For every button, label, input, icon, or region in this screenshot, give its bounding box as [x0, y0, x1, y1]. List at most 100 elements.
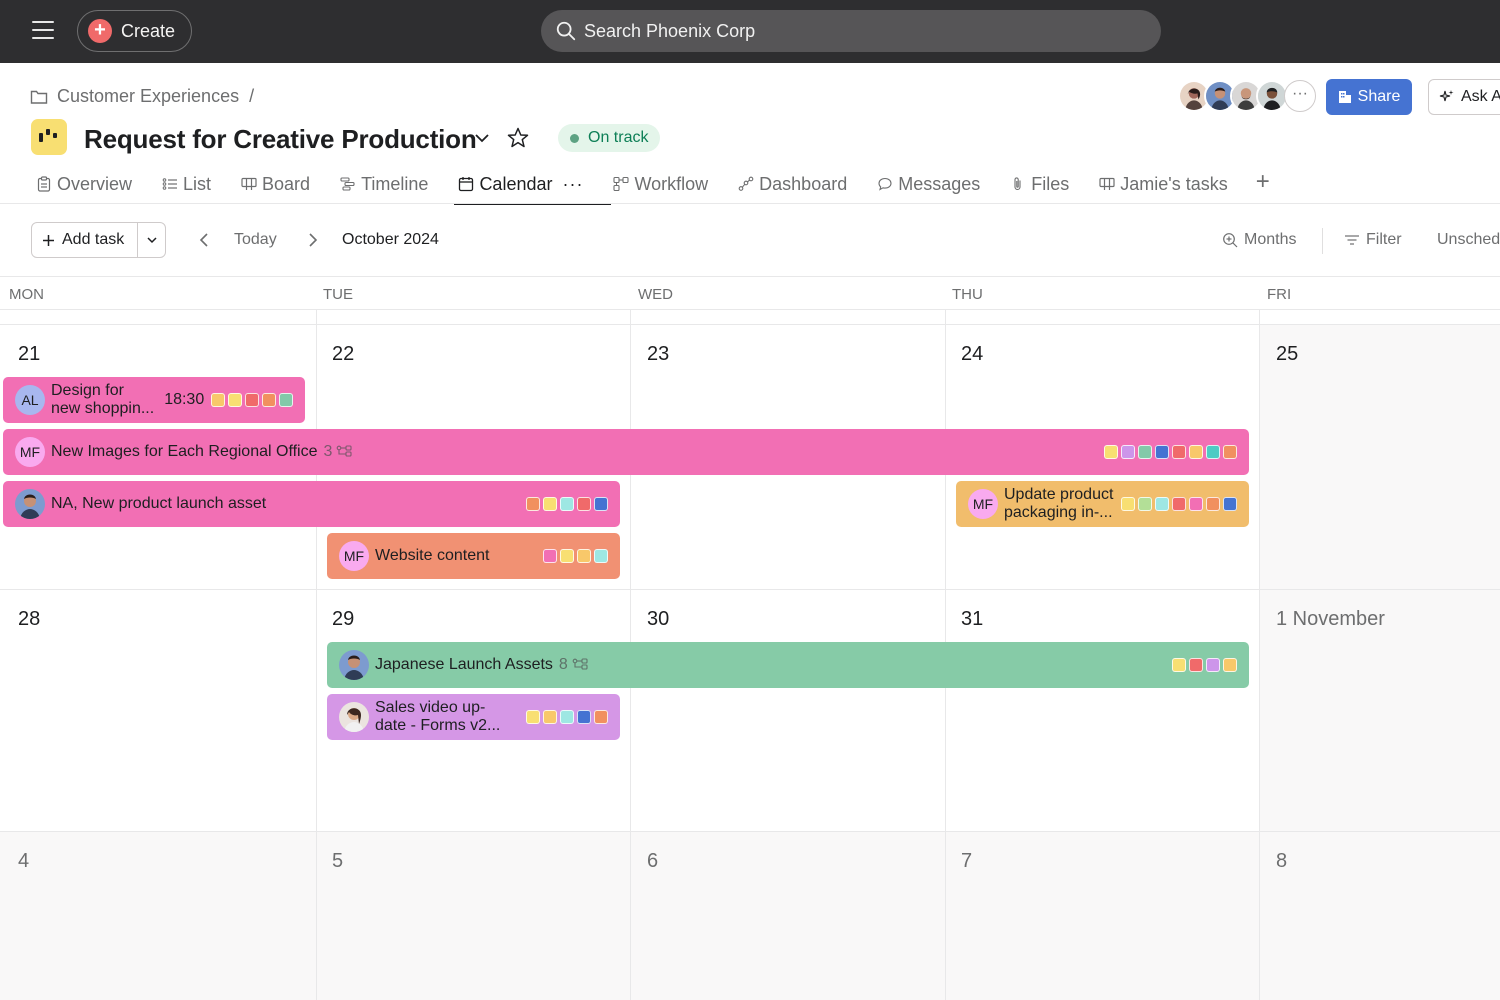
ask-ai-button[interactable]: Ask AI: [1428, 79, 1500, 115]
dashboard-icon: [738, 176, 754, 191]
tab-dashboard[interactable]: Dashboard: [738, 166, 847, 202]
search-placeholder: Search Phoenix Corp: [584, 20, 756, 41]
day-number[interactable]: 30: [647, 608, 669, 631]
add-task-button[interactable]: Add task: [32, 223, 138, 257]
day-number[interactable]: 28: [18, 608, 40, 631]
tag-swatches: [1118, 497, 1237, 511]
avatar: MF: [339, 541, 369, 571]
task-bar[interactable]: MF Update product packaging in-...: [956, 481, 1249, 527]
tab-label: Calendar: [479, 173, 553, 194]
share-button[interactable]: Share: [1326, 79, 1412, 115]
subtask-icon: [572, 658, 588, 670]
tab-label: Timeline: [361, 173, 429, 194]
day-number[interactable]: 4: [18, 850, 29, 873]
task-bar[interactable]: MF Website content: [327, 533, 620, 579]
add-task-dropdown[interactable]: [138, 223, 165, 257]
add-tab-icon[interactable]: +: [1256, 166, 1270, 198]
avatar: [15, 489, 45, 519]
add-task-label: Add task: [62, 231, 125, 248]
breadcrumb-parent[interactable]: Customer Experiences: [57, 86, 239, 107]
next-month-shade: [0, 832, 1500, 1000]
day-number[interactable]: 31: [961, 608, 983, 631]
tab-messages[interactable]: Messages: [877, 166, 980, 202]
day-number[interactable]: 6: [647, 850, 658, 873]
day-number[interactable]: 25: [1276, 343, 1298, 366]
member-avatars[interactable]: ···: [1178, 80, 1316, 114]
status-badge[interactable]: On track: [558, 124, 661, 152]
tag-swatches: [540, 549, 608, 563]
breadcrumb-separator: /: [249, 86, 255, 106]
task-time: 18:30: [164, 391, 205, 408]
more-members-icon[interactable]: ···: [1284, 80, 1316, 112]
create-button[interactable]: + Create: [77, 10, 192, 52]
tab-workflow[interactable]: Workflow: [613, 166, 708, 202]
chevron-down-icon[interactable]: [472, 128, 492, 148]
day-number[interactable]: 5: [332, 850, 343, 873]
task-bar[interactable]: NA, New product launch asset: [3, 481, 620, 527]
project-icon[interactable]: [31, 119, 67, 155]
day-number[interactable]: 21: [18, 343, 40, 366]
day-number[interactable]: 24: [961, 343, 983, 366]
today-button[interactable]: Today: [234, 231, 277, 249]
top-bar: + Create Search Phoenix Corp: [0, 0, 1500, 63]
filter-button[interactable]: Filter: [1344, 231, 1402, 249]
workflow-icon: [613, 176, 630, 192]
tab-timeline[interactable]: Timeline: [340, 166, 428, 202]
plus-icon: +: [88, 19, 112, 43]
unscheduled-button[interactable]: Unscheduled: [1437, 231, 1500, 249]
zoom-months-button[interactable]: Months: [1222, 231, 1296, 249]
day-number[interactable]: 8: [1276, 850, 1287, 873]
task-title: Update product packaging in-...: [1004, 486, 1114, 521]
zoom-icon: [1223, 233, 1238, 248]
day-number[interactable]: 7: [961, 850, 972, 873]
avatar: [339, 702, 369, 732]
sparkle-icon: [1439, 90, 1454, 102]
create-label: Create: [121, 20, 176, 41]
list-icon: [162, 178, 178, 190]
task-title: NA, New product launch asset: [51, 495, 267, 512]
chevron-right-icon[interactable]: [304, 230, 322, 250]
search-icon: [556, 21, 576, 41]
tab-label: Board: [262, 173, 311, 194]
filter-icon: [1345, 235, 1359, 245]
star-icon[interactable]: [506, 126, 530, 150]
menu-icon[interactable]: [32, 21, 54, 41]
task-bar[interactable]: Sales video up- date - Forms v2...: [327, 694, 620, 740]
tab-files[interactable]: Files: [1010, 166, 1069, 202]
task-bar[interactable]: MF New Images for Each Regional Office 3: [3, 429, 1249, 475]
subtask-count: 3: [324, 443, 353, 461]
folder-icon: [30, 90, 48, 104]
tab-label: Jamie's tasks: [1120, 173, 1228, 194]
project-tabs: Overview List Board Timeline Calendar ··…: [36, 166, 1270, 205]
toolbar-divider: [1322, 228, 1323, 254]
day-number[interactable]: 29: [332, 608, 354, 631]
task-title: Sales video up- date - Forms v2...: [375, 699, 501, 734]
tab-board[interactable]: Board: [241, 166, 310, 202]
ask-ai-label: Ask AI: [1461, 88, 1500, 105]
toolbar-divider-line: [0, 276, 1500, 277]
tab-label: List: [183, 173, 212, 194]
task-bar[interactable]: AL Design for new shoppin... 18:30: [3, 377, 305, 423]
subtask-count: 8: [559, 656, 588, 674]
tab-overview[interactable]: Overview: [36, 166, 132, 202]
day-number[interactable]: 1 November: [1276, 608, 1385, 631]
avatar: [339, 650, 369, 680]
task-bar[interactable]: Japanese Launch Assets 8: [327, 642, 1249, 688]
tab-label: Messages: [898, 173, 981, 194]
tab-list[interactable]: List: [162, 166, 211, 202]
tag-swatches: [523, 497, 608, 511]
chevron-left-icon[interactable]: [195, 230, 213, 250]
search-input[interactable]: Search Phoenix Corp: [541, 10, 1161, 52]
day-number[interactable]: 22: [332, 343, 354, 366]
more-icon[interactable]: ···: [562, 174, 583, 195]
day-divider: [316, 310, 317, 1000]
weekday-header: TUE: [323, 286, 353, 303]
tag-swatches: [523, 710, 608, 724]
task-title: New Images for Each Regional Office: [51, 443, 318, 460]
tab-calendar[interactable]: Calendar ···: [454, 166, 612, 205]
day-number[interactable]: 23: [647, 343, 669, 366]
tab-jamies-tasks[interactable]: Jamie's tasks: [1099, 166, 1228, 202]
weekday-header: WED: [638, 286, 673, 303]
filter-label: Filter: [1366, 231, 1402, 248]
tab-label: Files: [1031, 173, 1070, 194]
